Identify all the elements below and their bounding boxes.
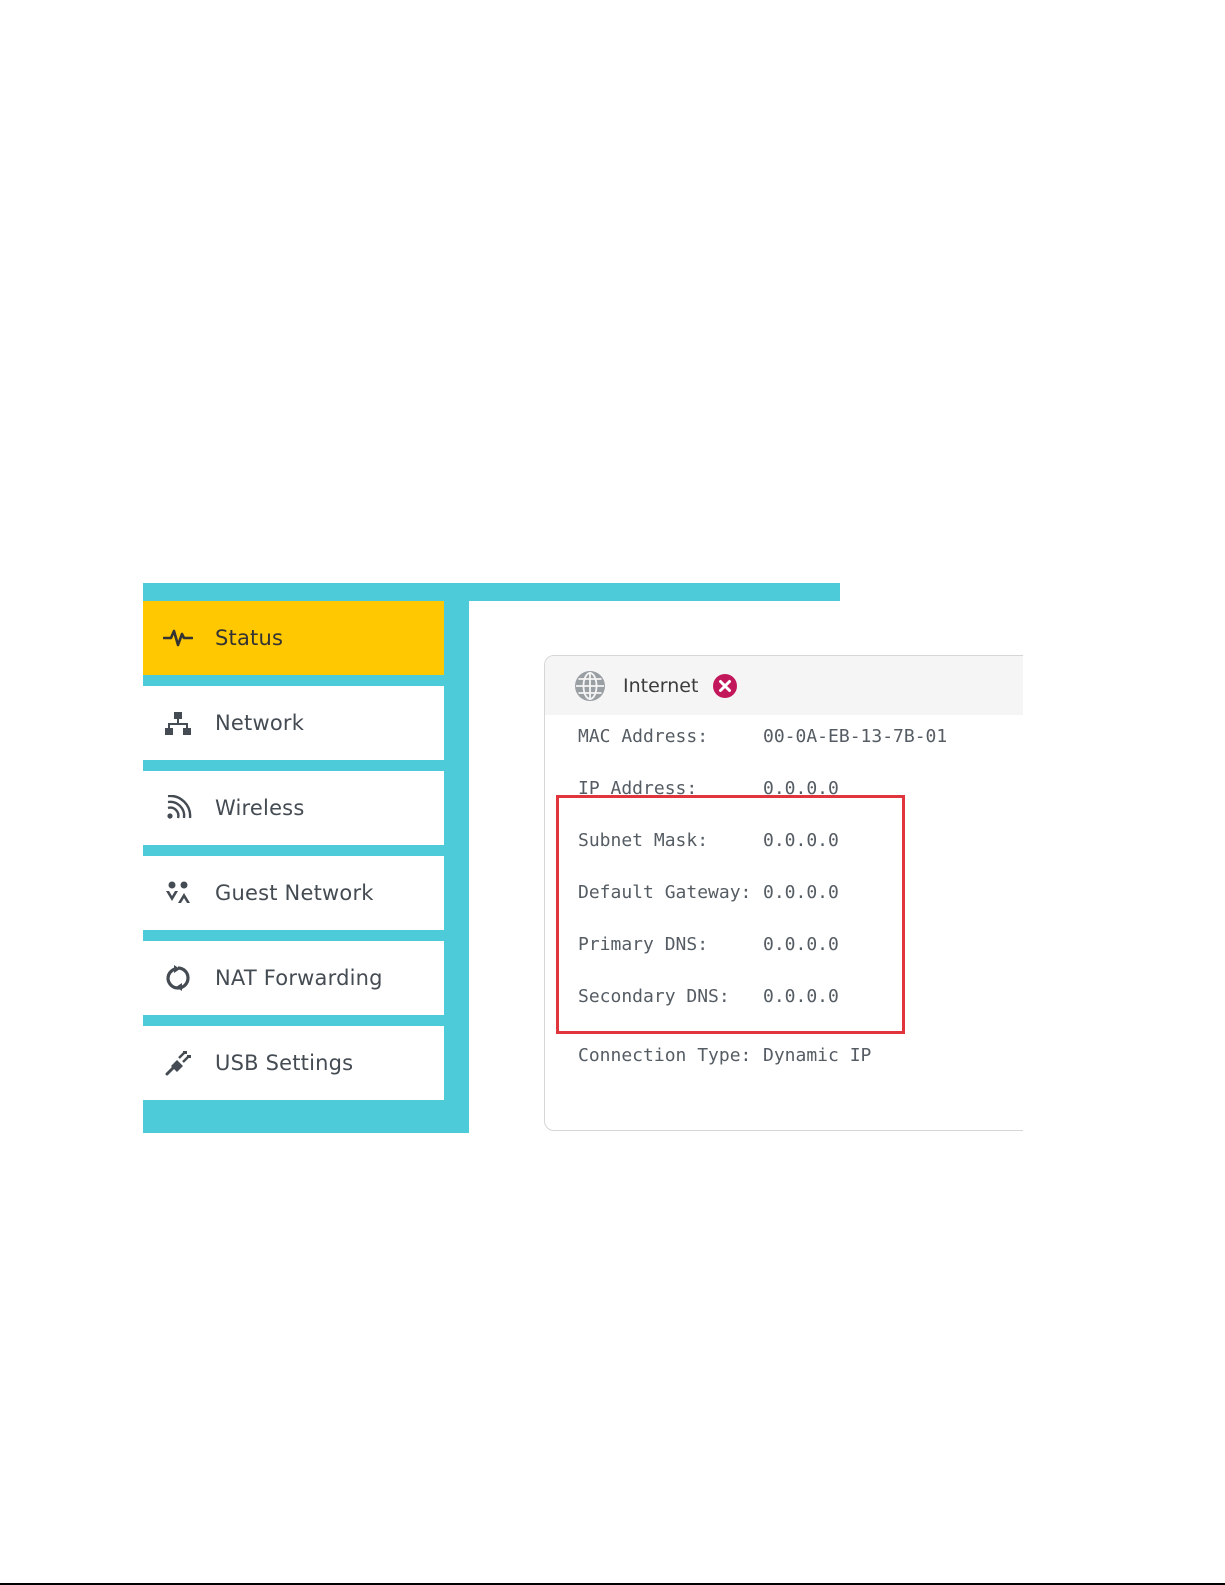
- top-bar: [143, 583, 840, 601]
- info-label: MAC Address:: [578, 726, 709, 747]
- info-label: Primary DNS:: [578, 934, 709, 955]
- network-icon: [161, 708, 195, 738]
- sidebar-item-label: Network: [215, 711, 305, 735]
- info-row-subnet-mask: Subnet Mask: 0.0.0.0: [578, 830, 998, 860]
- sidebar-item-label: USB Settings: [215, 1051, 354, 1075]
- card-header: Internet: [545, 656, 1023, 715]
- info-value: 0.0.0.0: [763, 830, 839, 851]
- info-value: 0.0.0.0: [763, 986, 839, 1007]
- sidebar-item-guest-network[interactable]: Guest Network: [143, 856, 444, 930]
- info-label: Default Gateway:: [578, 882, 752, 903]
- sidebar-item-usb-settings[interactable]: USB Settings: [143, 1026, 444, 1100]
- info-row-default-gateway: Default Gateway: 0.0.0.0: [578, 882, 998, 912]
- wireless-icon: [161, 793, 195, 823]
- info-value: Dynamic IP: [763, 1045, 872, 1066]
- router-admin-screenshot: Status Network Wireless Guest Network NA…: [143, 583, 1023, 1133]
- internet-status-card: Internet MAC Address: 00-0A-EB-13-7B-01 …: [544, 655, 1023, 1131]
- nat-forwarding-icon: [161, 963, 195, 993]
- globe-icon: [575, 670, 605, 701]
- info-row-primary-dns: Primary DNS: 0.0.0.0: [578, 934, 998, 964]
- sidebar-item-status[interactable]: Status: [143, 601, 444, 675]
- info-label: IP Address:: [578, 778, 698, 799]
- disconnected-x-icon: [713, 673, 738, 698]
- info-value: 00-0A-EB-13-7B-01: [763, 726, 948, 747]
- usb-icon: [161, 1048, 195, 1078]
- info-row-secondary-dns: Secondary DNS: 0.0.0.0: [578, 986, 998, 1016]
- sidebar-item-label: Wireless: [215, 796, 305, 820]
- info-value: 0.0.0.0: [763, 882, 839, 903]
- sidebar-item-label: Guest Network: [215, 881, 374, 905]
- guest-network-icon: [161, 878, 195, 908]
- sidebar-item-network[interactable]: Network: [143, 686, 444, 760]
- pulse-icon: [161, 623, 195, 653]
- sidebar-item-wireless[interactable]: Wireless: [143, 771, 444, 845]
- info-label: Connection Type:: [578, 1045, 752, 1066]
- info-row-ip-address: IP Address: 0.0.0.0: [578, 778, 998, 808]
- info-label: Secondary DNS:: [578, 986, 730, 1007]
- info-row-mac-address: MAC Address: 00-0A-EB-13-7B-01: [578, 726, 998, 756]
- sidebar-item-label: NAT Forwarding: [215, 966, 383, 990]
- sidebar-item-nat-forwarding[interactable]: NAT Forwarding: [143, 941, 444, 1015]
- info-label: Subnet Mask:: [578, 830, 709, 851]
- info-row-connection-type: Connection Type: Dynamic IP: [578, 1045, 998, 1075]
- info-value: 0.0.0.0: [763, 778, 839, 799]
- sidebar-item-label: Status: [215, 626, 284, 650]
- card-title: Internet: [623, 674, 699, 697]
- info-value: 0.0.0.0: [763, 934, 839, 955]
